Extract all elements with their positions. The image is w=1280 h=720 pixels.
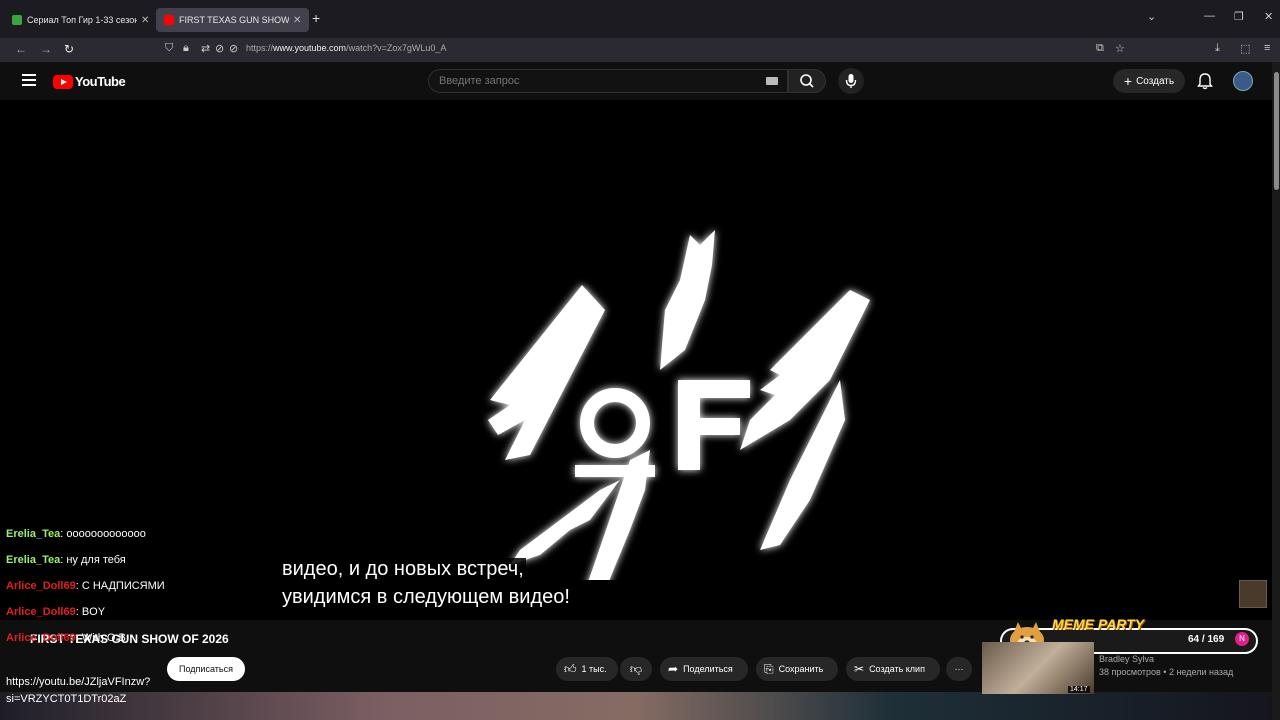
downloads-icon[interactable]: ⤓ (1215, 42, 1220, 55)
thumbs-up-icon: 👍︎ (564, 661, 577, 676)
chat-username: Arlice_Doll69 (6, 606, 76, 618)
recommended-video-duration: 14:17 (1068, 686, 1090, 693)
guide-menu-icon[interactable] (22, 74, 36, 89)
reload-icon[interactable]: ↻ (64, 42, 74, 56)
shield-icon[interactable]: ⛉ (165, 42, 173, 55)
like-count: 1 тыс. (581, 664, 607, 674)
youtube-favicon-icon (164, 15, 174, 25)
new-tab-icon[interactable]: + (312, 10, 320, 26)
meme-party-badge: N (1235, 632, 1249, 646)
menu-icon[interactable]: ≡ (1264, 42, 1270, 54)
playlist-save-icon: ⎘ (764, 661, 774, 676)
subtitle-line-1: видео, и до новых встреч, (280, 558, 526, 581)
youtube-header: YouTube + Создать (0, 62, 1272, 100)
dislike-button[interactable]: 👎︎ (620, 657, 652, 681)
chat-message: Erelia_Tea: ооооооооооооо (6, 528, 146, 540)
chat-text: ну для тебя (66, 554, 126, 566)
chat-text: BOY (81, 606, 106, 618)
minimize-icon[interactable]: — (1204, 10, 1215, 22)
close-window-icon[interactable]: ✕ (1264, 10, 1273, 23)
chat-message: Arlice_Doll69: With O.B (6, 632, 126, 644)
page-scrollbar-thumb[interactable] (1274, 72, 1279, 190)
chat-link-message: https://youtu.be/JZljaVFInzw? si=VRZYCT0… (6, 674, 150, 708)
share-label: Поделиться (683, 664, 733, 674)
keyboard-icon[interactable] (766, 77, 778, 85)
camera-blocked-icon[interactable]: ⊘ (215, 42, 224, 55)
tab-favicon-icon (12, 15, 22, 25)
chat-username: Arlice_Doll69 (6, 632, 76, 644)
browser-tab-bar: Сериал Топ Гир 1-33 сезон смотреть ✕ FIR… (0, 0, 1280, 38)
notifications-bell-icon[interactable] (1197, 72, 1213, 90)
search-icon (800, 74, 814, 88)
share-arrow-icon: ➦ (668, 662, 679, 676)
youtube-logo[interactable]: YouTube (53, 74, 126, 89)
extensions-icon[interactable]: ⬚ (1240, 42, 1250, 55)
picture-in-picture-icon[interactable]: ⧉ (1096, 42, 1104, 55)
meme-party-count: 64 / 169 (1188, 634, 1225, 645)
bookmark-star-icon[interactable]: ☆ (1115, 42, 1125, 55)
create-label: Создать (1136, 75, 1175, 87)
chat-message: Erelia_Tea: ну для тебя (6, 554, 126, 566)
tab-title: FIRST TEXAS GUN SHOW OF 2026 (179, 15, 289, 25)
url-text[interactable]: https://www.youtube.com/watch?v=Zox7gWLu… (246, 43, 446, 53)
scissors-icon: ✂ (854, 662, 865, 676)
tab-title: Сериал Топ Гир 1-33 сезон смотреть (27, 15, 137, 25)
mic-blocked-icon[interactable]: ⊘ (229, 42, 238, 55)
chat-text: With O.B (81, 632, 126, 644)
permissions-icon[interactable]: ⇄ (201, 42, 210, 55)
chat-username: Erelia_Tea (6, 554, 61, 566)
more-dots-icon: ··· (954, 664, 964, 674)
side-avatar-thumbnail (1239, 580, 1267, 608)
stream-chat-overlay: Erelia_Tea: ооооооооооооо Erelia_Tea: ну… (6, 526, 165, 656)
chat-text: С НАДПИСЯМИ (81, 580, 165, 592)
plus-icon: + (1123, 73, 1133, 89)
share-button[interactable]: ➦ Поделиться (660, 657, 748, 681)
create-button[interactable]: + Создать (1113, 69, 1185, 93)
recommended-channel-name[interactable]: Bradley Sylva (1099, 654, 1154, 664)
video-player[interactable] (0, 100, 1272, 620)
create-clip-button[interactable]: ✂ Создать клип (846, 657, 940, 681)
voice-search-button[interactable] (838, 68, 864, 94)
chat-link-line-1: https://youtu.be/JZljaVFInzw? (6, 676, 151, 688)
restore-icon[interactable]: ❐ (1234, 10, 1244, 23)
search-button[interactable] (788, 69, 826, 93)
channel-logo-graphic (488, 230, 870, 580)
account-avatar[interactable] (1233, 71, 1253, 91)
chat-link-line-2: si=VRZYCT0T1DTr02aZ (6, 693, 127, 705)
search-box (428, 69, 788, 93)
tab-top-gear[interactable]: Сериал Топ Гир 1-33 сезон смотреть ✕ (4, 8, 157, 32)
meme-party-title: MEME PARTY (1052, 616, 1145, 632)
chat-username: Erelia_Tea (6, 528, 61, 540)
chat-text: ооооооооооооо (66, 528, 146, 540)
chat-message: Arlice_Doll69: С НАДПИСЯМИ (6, 580, 165, 592)
forward-icon[interactable]: → (40, 42, 52, 56)
stream-overlay-strip (0, 692, 1272, 720)
search-input[interactable] (439, 75, 739, 87)
save-button[interactable]: ⎘ Сохранить (756, 657, 838, 681)
save-label: Сохранить (778, 664, 824, 674)
recommended-video-meta: 38 просмотров • 2 недели назад (1099, 667, 1234, 677)
back-icon[interactable]: ← (15, 42, 27, 56)
youtube-logo-text: YouTube (75, 74, 126, 89)
more-actions-button[interactable]: ··· (946, 657, 972, 681)
lock-icon[interactable]: 🔒︎ (183, 42, 189, 55)
microphone-icon (845, 74, 857, 88)
clip-label: Создать клип (869, 664, 925, 674)
chat-message: Arlice_Doll69: BOY (6, 606, 106, 618)
youtube-play-icon (53, 74, 73, 89)
tab-youtube-video[interactable]: FIRST TEXAS GUN SHOW OF 2026 ✕ (156, 8, 310, 32)
subtitle-line-2: увидимся в следующем видео! (280, 586, 572, 609)
thumbs-down-icon: 👎︎ (629, 661, 643, 676)
list-tabs-icon[interactable]: ⌄ (1147, 10, 1156, 23)
chat-username: Arlice_Doll69 (6, 580, 76, 592)
browser-toolbar: ← → ↻ (0, 38, 1280, 62)
close-tab-icon[interactable]: ✕ (293, 15, 301, 26)
subscribe-button[interactable]: Подписаться (167, 657, 245, 681)
close-tab-icon[interactable]: ✕ (141, 15, 149, 26)
like-button[interactable]: 👍︎ 1 тыс. (556, 657, 618, 681)
